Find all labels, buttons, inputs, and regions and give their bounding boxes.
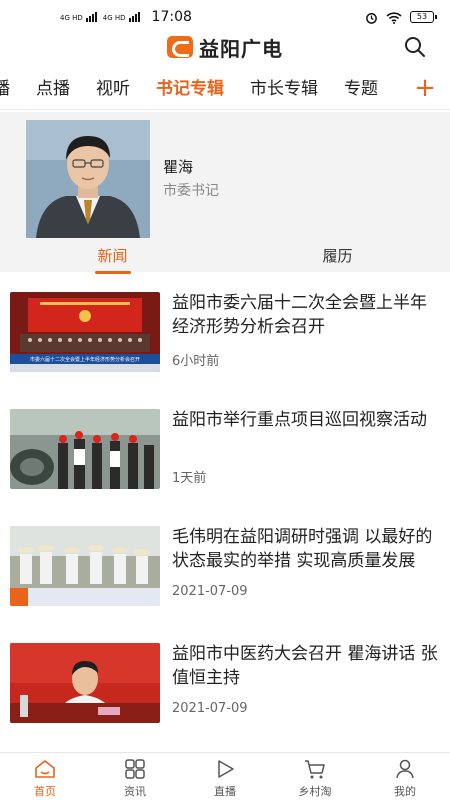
nav-news[interactable]: 资讯 xyxy=(90,753,180,800)
news-time: 2021-07-09 xyxy=(172,701,248,716)
network-label-1: 4G HD xyxy=(60,14,83,22)
profile-title: 市委书记 xyxy=(163,183,219,199)
news-headline: 毛伟明在益阳调研时强调 以最好的状态最实的举措 实现高质量发展 xyxy=(172,527,433,571)
profile-portrait xyxy=(26,120,150,238)
news-feed: 市委六届十二次全会暨上半年经济形势分析会召开 益阳市委六届十二次全会暨上半年经济… xyxy=(0,288,450,756)
profile-card: 瞿海 市委书记 新闻 履历 xyxy=(0,112,450,274)
tab-audio-visual[interactable]: 视听 xyxy=(83,68,143,109)
nav-village-shop[interactable]: 乡村淘 xyxy=(270,753,360,800)
news-headline: 益阳市中医药大会召开 瞿海讲话 张值恒主持 xyxy=(172,644,438,688)
profile-name: 瞿海 xyxy=(163,158,194,176)
app-logo: 益阳广电 xyxy=(167,33,283,62)
news-headline: 益阳市委六届十二次全会暨上半年经济形势分析会召开 xyxy=(172,293,427,337)
news-item[interactable]: 益阳市举行重点项目巡回视察活动 1天前 xyxy=(0,405,450,522)
nav-mine-label: 我的 xyxy=(394,785,416,798)
news-time: 2021-07-09 xyxy=(172,584,248,599)
subtab-news[interactable]: 新闻 xyxy=(0,242,225,274)
profile-subtabs: 新闻 履历 xyxy=(0,242,450,274)
network-label-2: 4G HD xyxy=(102,14,126,22)
news-time: 1天前 xyxy=(172,471,207,486)
add-tab-button[interactable]: + xyxy=(410,68,440,109)
tab-broadcast[interactable]: 播 xyxy=(0,68,23,109)
signal-icon-1: 4G HD xyxy=(60,12,97,22)
thumb-caption: 市委六届十二次全会暨上半年经济形势分析会召开 xyxy=(30,356,140,363)
tab-special-topics[interactable]: 专题 xyxy=(331,68,391,109)
tab-secretary-album[interactable]: 书记专辑 xyxy=(143,68,237,109)
channel-tabs: 播 点播 视听 书记专辑 市长专辑 专题 + xyxy=(0,68,450,110)
yiyang-broadcast-logo-icon xyxy=(167,36,193,58)
status-bar: 4G HD 4G HD 17:08 53 xyxy=(0,0,450,34)
news-thumbnail xyxy=(10,409,160,489)
cart-icon xyxy=(305,760,325,779)
logo-text: 益阳广电 xyxy=(199,36,283,61)
nav-village-shop-label: 乡村淘 xyxy=(298,785,332,798)
news-item[interactable]: 市委六届十二次全会暨上半年经济形势分析会召开 益阳市委六届十二次全会暨上半年经济… xyxy=(0,288,450,405)
bottom-nav: 首页 资讯 直播 乡村淘 我的 xyxy=(0,752,450,800)
tab-on-demand[interactable]: 点播 xyxy=(23,68,83,109)
subtab-resume[interactable]: 履历 xyxy=(225,242,450,274)
news-thumbnail xyxy=(10,643,160,723)
status-time: 17:08 xyxy=(151,9,192,25)
app-header: 益阳广电 xyxy=(0,33,450,62)
nav-home-label: 首页 xyxy=(34,785,56,798)
nav-home[interactable]: 首页 xyxy=(0,753,90,800)
news-item[interactable]: 益阳市中医药大会召开 瞿海讲话 张值恒主持 2021-07-09 xyxy=(0,639,450,756)
nav-mine[interactable]: 我的 xyxy=(360,753,450,800)
news-headline: 益阳市举行重点项目巡回视察活动 xyxy=(172,410,427,430)
news-item[interactable]: 毛伟明在益阳调研时强调 以最好的状态最实的举措 实现高质量发展 2021-07-… xyxy=(0,522,450,639)
grid-icon xyxy=(125,759,145,779)
wifi-icon xyxy=(386,11,402,24)
nav-live-label: 直播 xyxy=(214,785,236,798)
nav-live[interactable]: 直播 xyxy=(180,753,270,800)
signal-icon-2: 4G HD xyxy=(103,12,140,22)
news-thumbnail: 市委六届十二次全会暨上半年经济形势分析会召开 xyxy=(10,292,160,372)
home-icon xyxy=(35,760,55,778)
tab-mayor-album[interactable]: 市长专辑 xyxy=(237,68,331,109)
nav-news-label: 资讯 xyxy=(124,785,146,798)
play-icon xyxy=(218,760,234,778)
alarm-icon xyxy=(366,12,377,24)
news-time: 6小时前 xyxy=(172,354,220,369)
battery-icon: 53 xyxy=(410,11,437,23)
user-icon xyxy=(396,759,414,779)
news-thumbnail xyxy=(10,526,160,606)
search-icon[interactable] xyxy=(404,36,426,58)
